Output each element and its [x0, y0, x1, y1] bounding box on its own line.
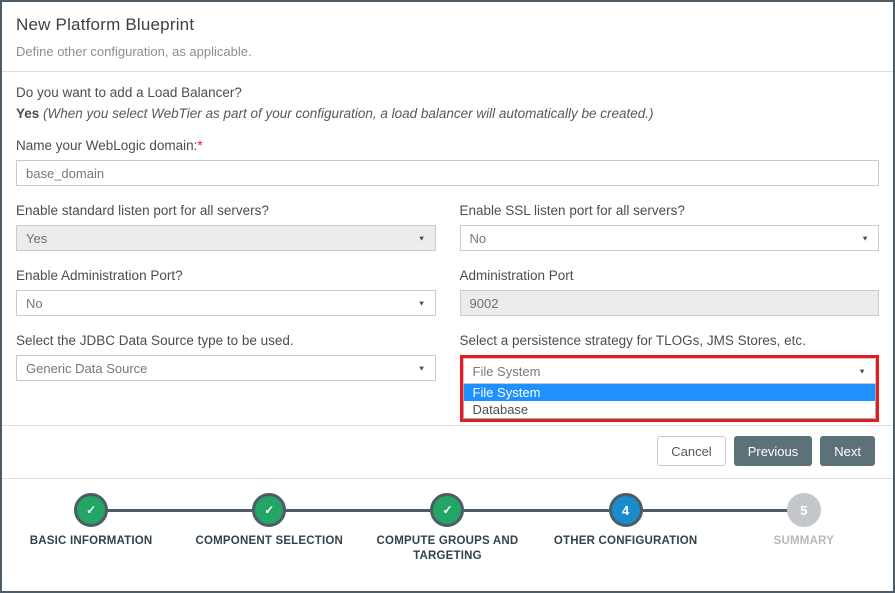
field-jdbc-type: Select the JDBC Data Source type to be u…: [16, 316, 436, 422]
load-balancer-note: (When you select WebTier as part of your…: [43, 106, 653, 121]
admin-port-label: Administration Port: [460, 268, 880, 283]
dialog-header: New Platform Blueprint Define other conf…: [2, 2, 893, 72]
standard-listen-port-label: Enable standard listen port for all serv…: [16, 203, 436, 218]
step-label: COMPONENT SELECTION: [196, 534, 344, 549]
step-label: COMPUTE GROUPS AND TARGETING: [360, 534, 535, 564]
form-grid: Enable standard listen port for all serv…: [16, 186, 879, 422]
ssl-listen-port-select[interactable]: No ▼: [460, 225, 880, 251]
admin-port-input: [460, 290, 880, 316]
caret-down-icon: ▼: [861, 234, 869, 242]
ssl-listen-port-label: Enable SSL listen port for all servers?: [460, 203, 880, 218]
selected-value: File System: [473, 364, 541, 379]
action-bar: Cancel Previous Next: [2, 426, 893, 478]
stepper-steps: ✓ BASIC INFORMATION ✓ COMPONENT SELECTIO…: [2, 493, 893, 564]
option-file-system[interactable]: File System: [464, 384, 876, 401]
persistence-strategy-options: File System Database: [463, 384, 877, 419]
jdbc-type-select[interactable]: Generic Data Source ▼: [16, 355, 436, 381]
persistence-strategy-label: Select a persistence strategy for TLOGs,…: [460, 333, 880, 348]
admin-port-enable-label: Enable Administration Port?: [16, 268, 436, 283]
new-platform-blueprint-dialog: New Platform Blueprint Define other conf…: [0, 0, 895, 593]
highlight-annotation-box: File System ▼ File System Database: [460, 355, 880, 422]
weblogic-domain-label: Name your WebLogic domain:*: [16, 138, 879, 153]
standard-listen-port-select[interactable]: Yes ▼: [16, 225, 436, 251]
step-label: SUMMARY: [774, 534, 834, 549]
caret-down-icon: ▼: [418, 364, 426, 372]
field-persistence-strategy: Select a persistence strategy for TLOGs,…: [460, 316, 880, 422]
step-compute-groups-and-targeting[interactable]: ✓ COMPUTE GROUPS AND TARGETING: [358, 493, 536, 564]
selected-value: Yes: [26, 231, 47, 246]
next-button[interactable]: Next: [820, 436, 875, 466]
field-admin-port-enable: Enable Administration Port? No ▼: [16, 251, 436, 316]
step-basic-information[interactable]: ✓ BASIC INFORMATION: [2, 493, 180, 564]
selected-value: No: [470, 231, 487, 246]
field-ssl-listen-port: Enable SSL listen port for all servers? …: [460, 186, 880, 251]
selected-value: Generic Data Source: [26, 361, 147, 376]
field-standard-listen-port: Enable standard listen port for all serv…: [16, 186, 436, 251]
page-title: New Platform Blueprint: [16, 15, 877, 35]
jdbc-type-label: Select the JDBC Data Source type to be u…: [16, 333, 436, 348]
option-database[interactable]: Database: [464, 401, 876, 418]
check-icon: ✓: [74, 493, 108, 527]
caret-down-icon: ▼: [858, 367, 866, 375]
persistence-strategy-select[interactable]: File System ▼: [463, 358, 877, 384]
page-subtitle: Define other configuration, as applicabl…: [16, 44, 877, 59]
step-number: 4: [609, 493, 643, 527]
step-label: OTHER CONFIGURATION: [554, 534, 698, 549]
step-component-selection[interactable]: ✓ COMPONENT SELECTION: [180, 493, 358, 564]
previous-button[interactable]: Previous: [734, 436, 813, 466]
admin-port-enable-select[interactable]: No ▼: [16, 290, 436, 316]
load-balancer-answer-line: Yes (When you select WebTier as part of …: [16, 106, 879, 121]
weblogic-domain-input[interactable]: [16, 160, 879, 186]
caret-down-icon: ▼: [418, 234, 426, 242]
check-icon: ✓: [252, 493, 286, 527]
selected-value: No: [26, 296, 43, 311]
required-asterisk: *: [197, 138, 202, 153]
load-balancer-answer: Yes: [16, 106, 39, 121]
wizard-stepper: ✓ BASIC INFORMATION ✓ COMPONENT SELECTIO…: [2, 478, 893, 564]
step-other-configuration[interactable]: 4 OTHER CONFIGURATION: [537, 493, 715, 564]
step-number: 5: [787, 493, 821, 527]
step-label: BASIC INFORMATION: [30, 534, 153, 549]
caret-down-icon: ▼: [418, 299, 426, 307]
step-summary[interactable]: 5 SUMMARY: [715, 493, 893, 564]
cancel-button[interactable]: Cancel: [657, 436, 725, 466]
field-admin-port: Administration Port: [460, 251, 880, 316]
load-balancer-question: Do you want to add a Load Balancer?: [16, 85, 879, 100]
form-body: Do you want to add a Load Balancer? Yes …: [2, 85, 893, 422]
check-icon: ✓: [430, 493, 464, 527]
